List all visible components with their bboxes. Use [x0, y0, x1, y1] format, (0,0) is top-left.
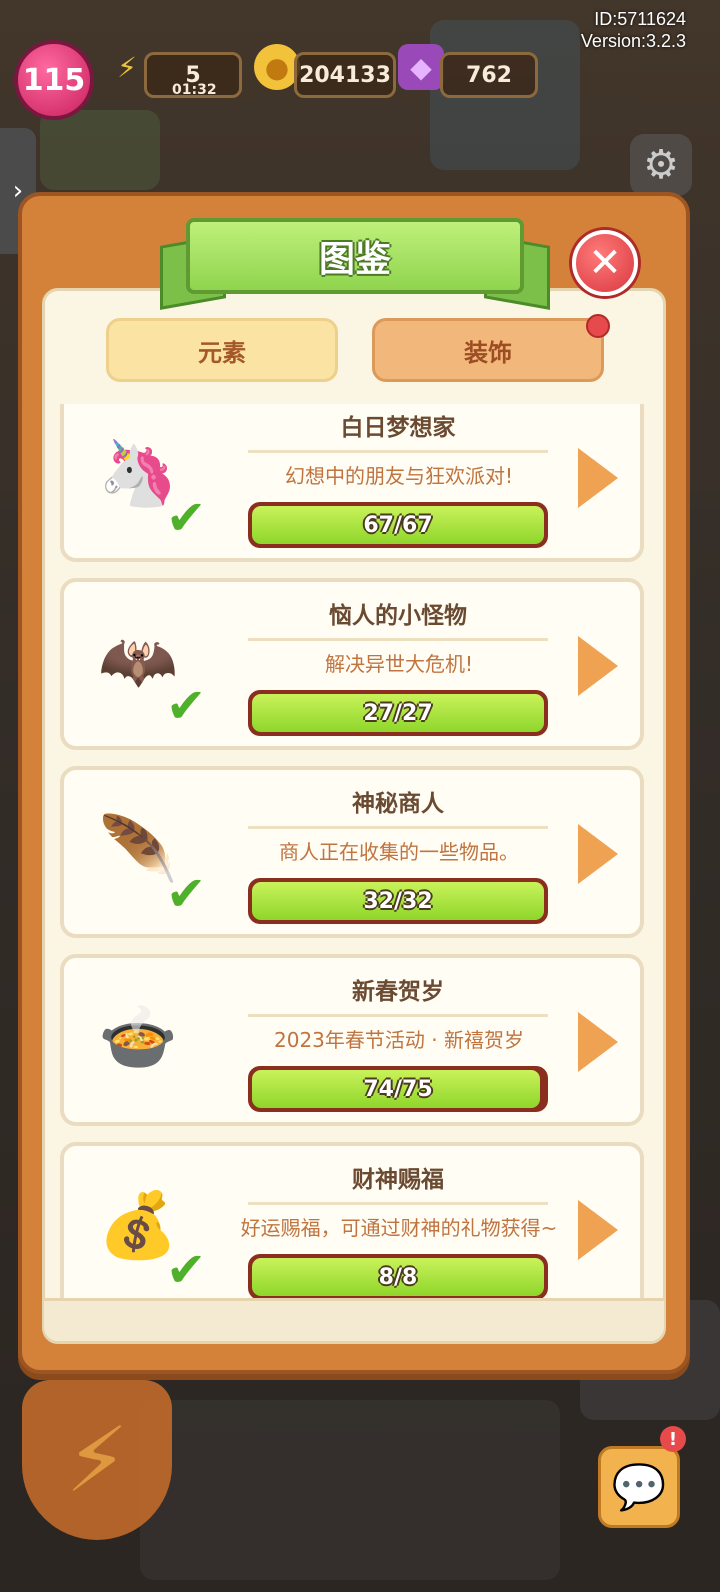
player-id: ID:5711624 — [594, 9, 686, 29]
check-icon: ✔ — [166, 866, 207, 922]
card-title: 财神赐福 — [352, 1167, 444, 1193]
energy-timer: 01:32 — [172, 82, 217, 98]
level-badge[interactable]: 115 — [14, 40, 94, 120]
progress-text: 8/8 — [378, 1264, 418, 1290]
card-description: 幻想中的朋友与狂欢派对! — [284, 464, 514, 488]
progress-bar: 32/32 — [248, 878, 548, 924]
card-description: 解决异世大危机! — [324, 652, 474, 676]
arrow-right-icon[interactable] — [578, 448, 618, 508]
list-bottom-edge — [44, 1298, 664, 1341]
progress-text: 32/32 — [363, 888, 433, 914]
progress-text: 67/67 — [363, 512, 433, 538]
notification-dot — [586, 314, 610, 338]
progress-bar: 27/27 — [248, 690, 548, 736]
coin-counter[interactable]: 204133 — [294, 52, 396, 98]
progress-bar: 8/8 — [248, 1254, 548, 1300]
collection-card-daydreamer[interactable]: 🦄 ✔ 白日梦想家 幻想中的朋友与狂欢派对! 67/67 — [60, 404, 644, 562]
close-button[interactable]: ✕ — [572, 230, 638, 296]
level-value: 115 — [22, 62, 86, 98]
card-title: 新春贺岁 — [352, 979, 444, 1005]
check-icon: ✔ — [166, 678, 207, 734]
chat-icon: 💬 — [611, 1462, 667, 1513]
progress-text: 27/27 — [363, 700, 433, 726]
progress-bar: 67/67 — [248, 502, 548, 548]
collection-card-god-of-wealth[interactable]: 💰 ✔ 财神赐福 好运赐福，可通过财神的礼物获得~ 8/8 — [60, 1142, 644, 1300]
arrow-right-icon[interactable] — [578, 1200, 618, 1260]
chat-button[interactable]: 💬 — [598, 1446, 680, 1528]
arrow-right-icon[interactable] — [578, 824, 618, 884]
check-icon: ✔ — [166, 490, 207, 546]
panel-title: 图鉴 — [186, 218, 524, 294]
gear-icon[interactable]: ⚙ — [630, 134, 692, 196]
progress-bar: 74/75 — [248, 1066, 548, 1112]
gem-counter[interactable]: 762 — [440, 52, 538, 98]
arrow-right-icon[interactable] — [578, 1012, 618, 1072]
chat-notification-badge: ! — [660, 1426, 686, 1452]
tab-elements[interactable]: 元素 — [106, 318, 338, 382]
build-info: ID:5711624 Version:3.2.3 — [581, 8, 686, 52]
hotpot-table-icon: 🍲 — [98, 1000, 178, 1075]
card-description: 好运赐福，可通过财神的礼物获得~ — [240, 1216, 558, 1240]
card-title: 恼人的小怪物 — [329, 603, 467, 629]
close-icon: ✕ — [588, 240, 622, 286]
card-description: 商人正在收集的一些物品。 — [279, 840, 519, 864]
lightning-icon: ⚡ — [22, 1380, 172, 1540]
progress-text: 74/75 — [363, 1076, 433, 1102]
gem-icon: ◆ — [398, 44, 444, 90]
collection-card-little-monster[interactable]: 🦇 ✔ 恼人的小怪物 解决异世大危机! 27/27 — [60, 578, 644, 750]
card-description: 2023年春节活动 · 新禧贺岁 — [274, 1028, 524, 1052]
title-ribbon: 图鉴 — [160, 218, 550, 310]
card-title: 神秘商人 — [352, 791, 444, 817]
coin-value: 204133 — [299, 62, 391, 88]
arrow-right-icon[interactable] — [578, 636, 618, 696]
check-icon: ✔ — [166, 1242, 207, 1298]
collection-card-mysterious-merchant[interactable]: 🪶 ✔ 神秘商人 商人正在收集的一些物品。 32/32 — [60, 766, 644, 938]
collection-list[interactable]: 🦄 ✔ 白日梦想家 幻想中的朋友与狂欢派对! 67/67 🦇 ✔ 恼人的小怪物 … — [44, 404, 664, 1300]
version-label: Version:3.2.3 — [580, 31, 686, 51]
card-title: 白日梦想家 — [340, 415, 456, 441]
collection-card-new-year[interactable]: 🍲 新春贺岁 2023年春节活动 · 新禧贺岁 74/75 — [60, 954, 644, 1126]
tab-decorations[interactable]: 装饰 — [372, 318, 604, 382]
gem-value: 762 — [466, 62, 512, 88]
